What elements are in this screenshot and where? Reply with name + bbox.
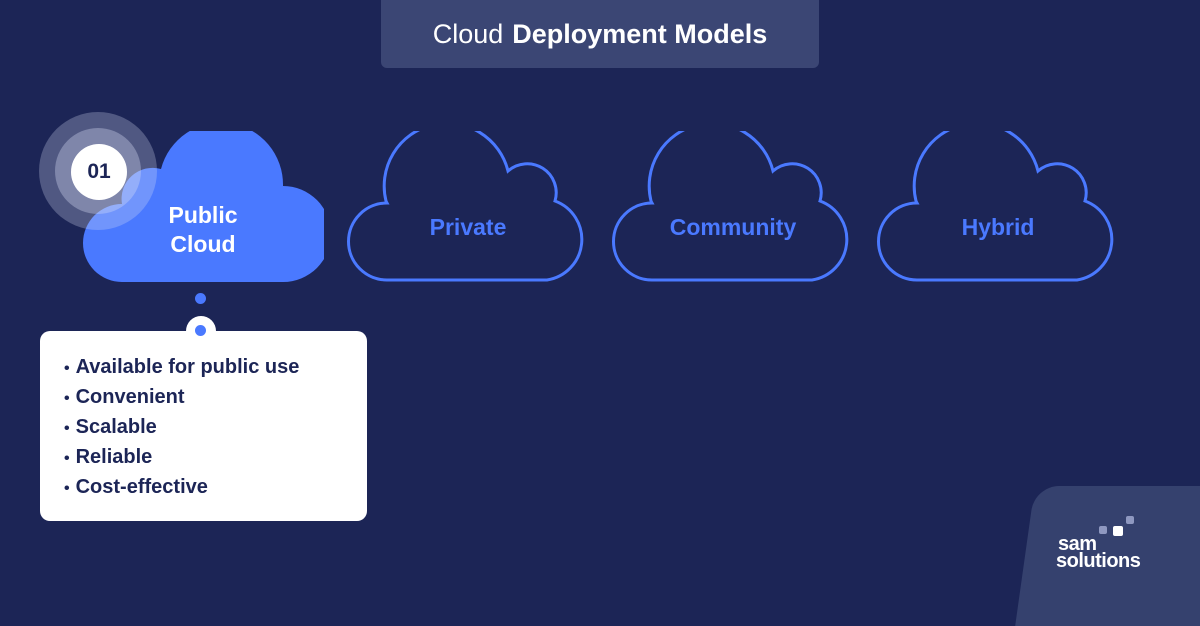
cloud-private: Private: [347, 131, 589, 283]
cloud-community: Community: [612, 131, 854, 283]
title-light-text: Cloud: [432, 18, 504, 49]
cloud-hybrid-shape: [877, 131, 1114, 282]
logo-square-icon: [1113, 526, 1123, 536]
details-list-item: Available for public use: [64, 353, 300, 383]
details-list-item: Scalable: [64, 413, 299, 443]
details-list: Available for public use Convenient Scal…: [64, 353, 300, 503]
card-connector-dot: [195, 325, 206, 336]
logo-square-icon: [1126, 516, 1134, 524]
logo-square-icon: [1099, 526, 1107, 534]
step-number-badge: 01: [71, 144, 127, 200]
cloud-hybrid-label: Hybrid: [961, 214, 1035, 240]
company-logo: sam solutions: [1056, 534, 1141, 572]
logo-line2: solutions: [1056, 550, 1141, 572]
details-list-item: Reliable: [64, 443, 299, 473]
connector-dot: [195, 293, 206, 304]
cloud-private-shape: [347, 131, 584, 282]
details-list-item: Convenient: [64, 383, 299, 413]
cloud-community-label: Community: [669, 214, 797, 240]
details-card: Available for public use Convenient Scal…: [40, 331, 367, 521]
diagram-title: Cloud Deployment Models: [381, 0, 819, 68]
cloud-community-shape: [612, 131, 849, 282]
cloud-hybrid: Hybrid: [877, 131, 1119, 283]
title-bold-text: Deployment Models: [512, 18, 768, 49]
details-list-item: Cost-effective: [64, 473, 299, 503]
cloud-private-label: Private: [429, 214, 507, 240]
cloud-public-label-line2: Cloud: [170, 231, 236, 257]
